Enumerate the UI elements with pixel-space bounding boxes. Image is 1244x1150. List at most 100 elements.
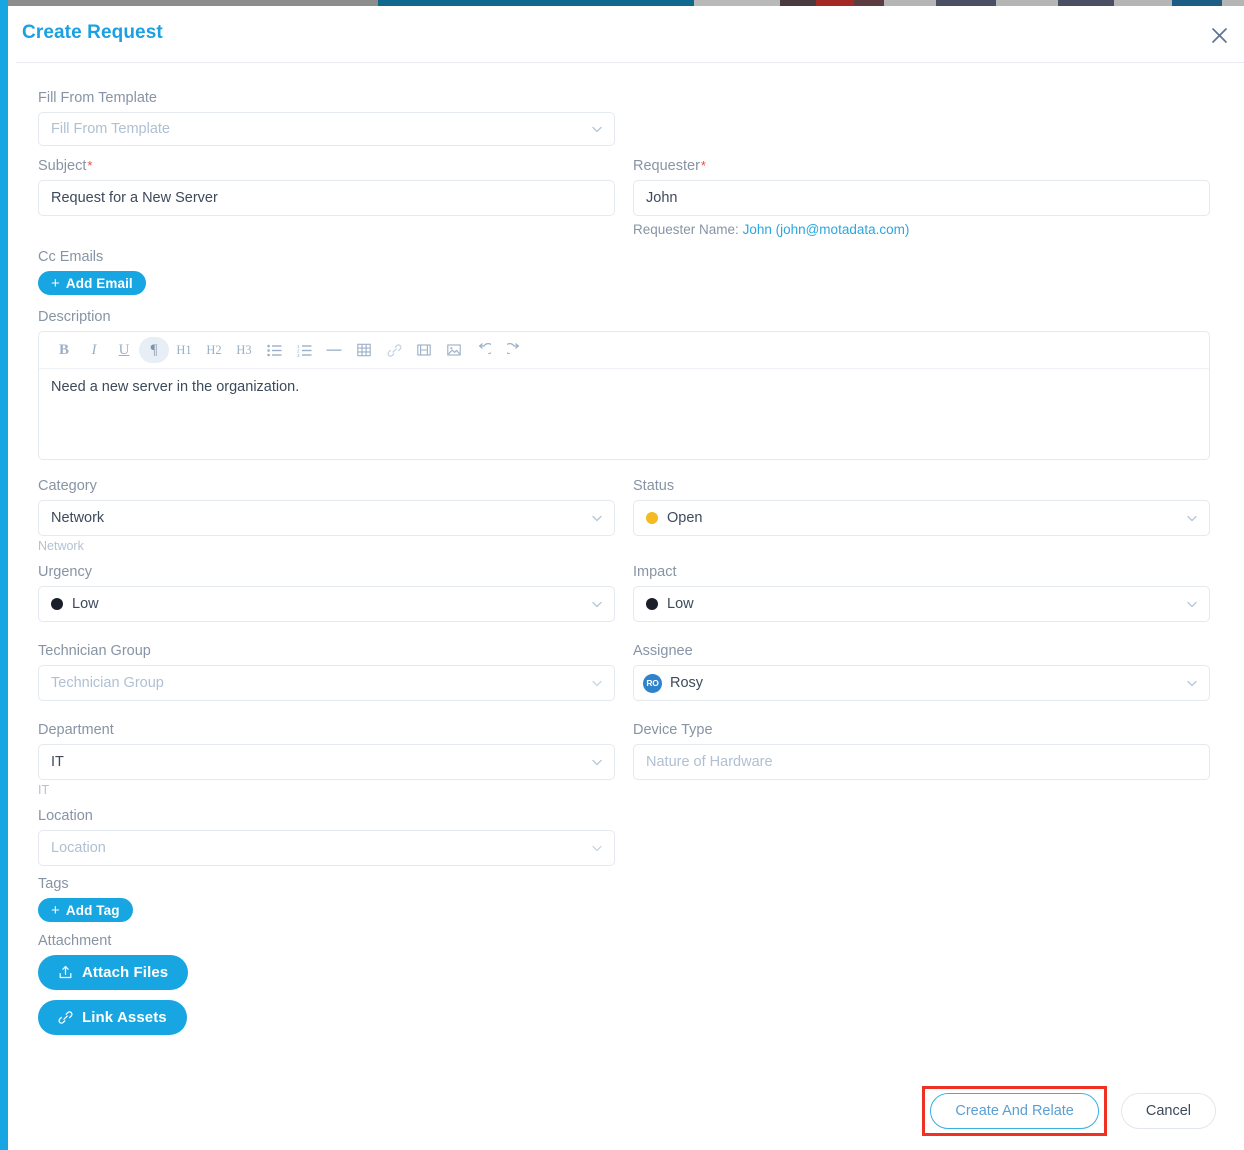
- device-type-label: Device Type: [633, 722, 1210, 738]
- chevron-down-icon: [591, 677, 603, 689]
- redo-icon[interactable]: [499, 337, 529, 363]
- category-label: Category: [38, 478, 615, 494]
- impact-select[interactable]: Low: [633, 586, 1210, 622]
- tags-label: Tags: [38, 876, 1216, 892]
- plus-icon: +: [51, 903, 60, 918]
- impact-dot: [646, 598, 658, 610]
- field-urgency: Urgency Low: [38, 564, 615, 622]
- svg-text:3: 3: [297, 353, 300, 357]
- attachment-label: Attachment: [38, 933, 1216, 949]
- fill-from-template-select[interactable]: Fill From Template: [38, 112, 615, 146]
- fill-from-template-value: Fill From Template: [51, 121, 170, 137]
- urgency-value: Low: [72, 596, 99, 612]
- field-fill-from-template: Fill From Template Fill From Template: [38, 90, 615, 146]
- underline-icon[interactable]: U: [109, 337, 139, 363]
- add-tag-label: Add Tag: [66, 903, 120, 918]
- heading-3-icon[interactable]: H3: [229, 337, 259, 363]
- urgency-dot: [51, 598, 63, 610]
- subject-input[interactable]: Request for a New Server: [38, 180, 615, 216]
- background-app-sidebar-rail: [0, 0, 8, 1150]
- modal-footer: Create And Relate Cancel: [922, 1086, 1216, 1136]
- assignee-select[interactable]: RO Rosy: [633, 665, 1210, 701]
- requester-email-link[interactable]: John (john@motadata.com): [743, 222, 910, 237]
- field-location: Location Location: [38, 808, 615, 866]
- required-marker: *: [701, 158, 706, 173]
- cancel-button[interactable]: Cancel: [1121, 1093, 1216, 1129]
- technician-group-label: Technician Group: [38, 643, 615, 659]
- chevron-down-icon: [591, 756, 603, 768]
- category-select[interactable]: Network: [38, 500, 615, 536]
- chevron-down-icon: [1186, 677, 1198, 689]
- device-type-value: Nature of Hardware: [646, 754, 773, 770]
- chevron-down-icon: [591, 842, 603, 854]
- undo-icon[interactable]: [469, 337, 499, 363]
- urgency-select[interactable]: Low: [38, 586, 615, 622]
- impact-value: Low: [667, 596, 694, 612]
- field-description: Description B I U ¶ H1 H2 H3 123: [38, 309, 1210, 460]
- bold-icon[interactable]: B: [49, 337, 79, 363]
- urgency-label: Urgency: [38, 564, 615, 580]
- fill-from-template-label: Fill From Template: [38, 90, 615, 106]
- close-icon[interactable]: [1206, 22, 1232, 48]
- attach-files-button[interactable]: Attach Files: [38, 955, 188, 990]
- requester-input[interactable]: John: [633, 180, 1210, 216]
- link-icon[interactable]: [379, 337, 409, 363]
- field-technician-group: Technician Group Technician Group: [38, 643, 615, 701]
- department-helper-text: IT: [38, 783, 615, 797]
- location-select[interactable]: Location: [38, 830, 615, 866]
- bullet-list-icon[interactable]: [259, 337, 289, 363]
- editor-toolbar: B I U ¶ H1 H2 H3 123: [39, 332, 1209, 369]
- department-value: IT: [51, 754, 64, 770]
- status-select[interactable]: Open: [633, 500, 1210, 536]
- field-department: Department IT IT: [38, 722, 615, 797]
- create-and-relate-highlight: Create And Relate: [922, 1086, 1107, 1136]
- header-divider: [16, 62, 1244, 63]
- department-label: Department: [38, 722, 615, 738]
- add-email-button[interactable]: + Add Email: [38, 271, 146, 295]
- heading-1-icon[interactable]: H1: [169, 337, 199, 363]
- subject-label: Subject*: [38, 158, 615, 174]
- add-tag-button[interactable]: + Add Tag: [38, 898, 133, 922]
- impact-label: Impact: [633, 564, 1210, 580]
- modal-header: Create Request: [8, 6, 1244, 60]
- avatar: RO: [643, 674, 662, 693]
- italic-icon[interactable]: I: [79, 337, 109, 363]
- chevron-down-icon: [591, 123, 603, 135]
- status-label: Status: [633, 478, 1210, 494]
- chevron-down-icon: [1186, 512, 1198, 524]
- chevron-down-icon: [591, 598, 603, 610]
- description-label: Description: [38, 309, 1210, 325]
- link-assets-label: Link Assets: [82, 1009, 167, 1026]
- create-request-modal: Create Request Fill From Template Fill F…: [8, 6, 1244, 1150]
- device-type-input[interactable]: Nature of Hardware: [633, 744, 1210, 780]
- field-requester: Requester* John Requester Name: John (jo…: [633, 158, 1210, 237]
- video-icon[interactable]: [409, 337, 439, 363]
- status-dot: [646, 512, 658, 524]
- chevron-down-icon: [1186, 598, 1198, 610]
- cc-emails-label: Cc Emails: [38, 249, 1216, 265]
- description-textarea[interactable]: Need a new server in the organization.: [39, 369, 1209, 459]
- table-icon[interactable]: [349, 337, 379, 363]
- department-select[interactable]: IT: [38, 744, 615, 780]
- description-editor: B I U ¶ H1 H2 H3 123: [38, 331, 1210, 460]
- link-icon: [58, 1010, 73, 1025]
- create-and-relate-button[interactable]: Create And Relate: [930, 1093, 1099, 1129]
- assignee-value: Rosy: [670, 675, 703, 691]
- link-assets-button[interactable]: Link Assets: [38, 1000, 187, 1035]
- paragraph-icon[interactable]: ¶: [139, 337, 169, 363]
- image-icon[interactable]: [439, 337, 469, 363]
- field-attachment: Attachment Attach Files: [38, 933, 1216, 990]
- upload-icon: [58, 965, 73, 980]
- assignee-label: Assignee: [633, 643, 1210, 659]
- field-status: Status Open: [633, 478, 1210, 536]
- heading-2-icon[interactable]: H2: [199, 337, 229, 363]
- location-label: Location: [38, 808, 615, 824]
- horizontal-rule-icon[interactable]: [319, 337, 349, 363]
- requester-helper-text: Requester Name: John (john@motadata.com): [633, 222, 1210, 237]
- chevron-down-icon: [591, 512, 603, 524]
- plus-icon: +: [51, 276, 60, 291]
- technician-group-select[interactable]: Technician Group: [38, 665, 615, 701]
- ordered-list-icon[interactable]: 123: [289, 337, 319, 363]
- location-value: Location: [51, 840, 106, 856]
- link-assets-row: Link Assets: [38, 1000, 1216, 1035]
